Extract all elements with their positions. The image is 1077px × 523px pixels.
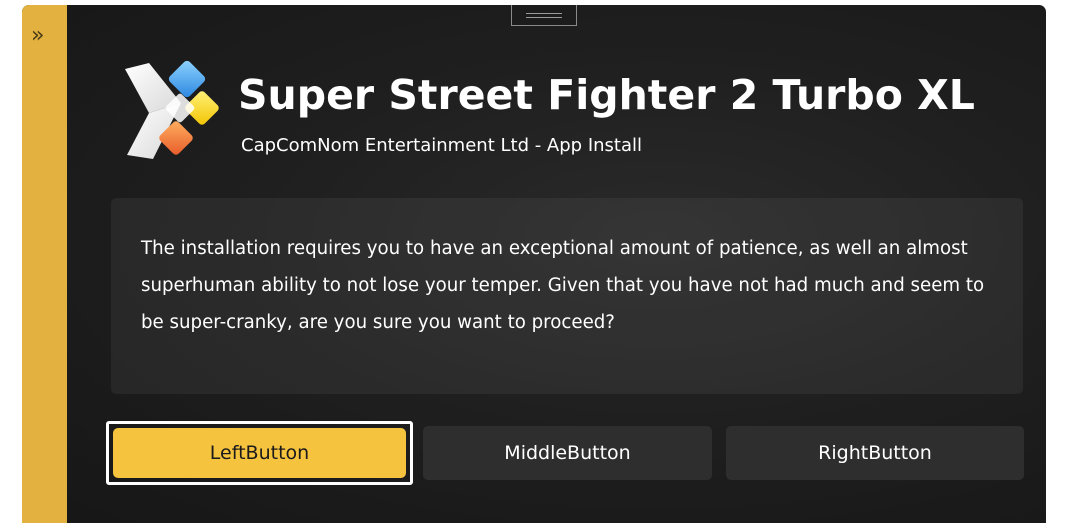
double-chevron-right-icon[interactable]: » bbox=[31, 23, 57, 49]
app-subtitle: CapComNom Entertainment Ltd - App Instal… bbox=[241, 135, 643, 156]
accent-bar: » bbox=[22, 5, 67, 523]
right-button[interactable]: RightButton bbox=[726, 426, 1024, 480]
app-title: Super Street Fighter 2 Turbo XL bbox=[238, 71, 975, 119]
left-button[interactable]: LeftButton bbox=[106, 421, 413, 485]
message-panel: The installation requires you to have an… bbox=[111, 198, 1023, 394]
message-text: The installation requires you to have an… bbox=[141, 238, 985, 333]
app-logo-icon bbox=[125, 60, 219, 159]
middle-button[interactable]: MiddleButton bbox=[423, 426, 712, 480]
install-dialog: » Super Street Fighter 2 Turbo XL CapCom… bbox=[22, 5, 1046, 523]
left-button-label[interactable]: LeftButton bbox=[113, 428, 406, 478]
drag-handle[interactable] bbox=[511, 5, 577, 26]
